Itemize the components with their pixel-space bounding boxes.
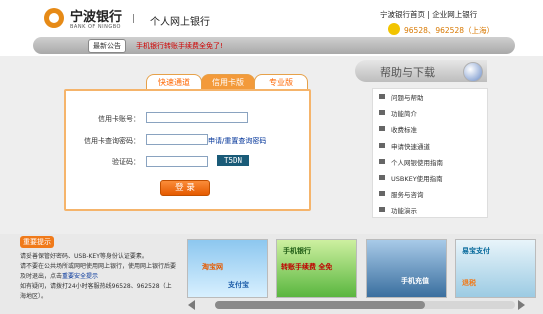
help-item-quick-channel[interactable]: 申请快速通道 [391,141,430,151]
help-list [372,88,488,218]
query-password-label: 信用卡查询密码： [84,137,140,145]
help-globe-icon [463,62,483,82]
help-item-fees[interactable]: 收费标准 [391,124,417,134]
notice-text[interactable]: 手机银行转账手续费全免了! [136,41,223,51]
captcha-image[interactable]: T5DN [217,155,249,166]
banner-text: 手机银行 [283,247,311,255]
site-title: 个人网上银行 [150,17,210,28]
tip-line: 请妥善保管好密码、USB-KEY等身份认证要素。 [20,253,148,260]
scroll-left-arrow-icon[interactable] [188,300,195,310]
help-item-personal-guide[interactable]: 个人网银使用指南 [391,157,443,167]
tab-credit-card[interactable]: 信用卡版 [201,74,255,90]
tab-professional[interactable]: 专业版 [254,74,308,90]
help-bullet-icon [379,110,385,115]
banner-text: 转账手续费 全免 [281,263,333,271]
help-title: 帮助与下载 [380,66,435,79]
notice-label: 最新公告 [88,39,126,53]
tip-line: 如有疑问，请拨打24小时客服热线96528、962528（上海地区）。 [20,283,172,300]
tab-quick-channel[interactable]: 快速通道 [146,74,202,90]
help-item-usbkey-guide[interactable]: USBKEY使用指南 [391,173,443,183]
card-number-input[interactable] [146,112,248,123]
query-password-input[interactable] [146,134,208,145]
banner-text: 退税 [462,279,476,287]
bank-logo-english: BANK OF NINGBO [70,24,121,30]
top-links[interactable]: 宁波银行首页 | 企业网上银行 [380,9,477,20]
tips-badge: 重要提示 [20,236,54,248]
help-bullet-icon [379,207,385,212]
banner-mobile-bank[interactable]: 手机银行 转账手续费 全免 [276,239,357,298]
header-divider: | [132,14,136,24]
help-bullet-icon [379,94,385,99]
banner-yeepay[interactable]: 易宝支付 退税 [455,239,536,298]
captcha-label: 验证码： [112,158,140,166]
phone-icon [388,23,400,35]
help-bullet-icon [379,159,385,164]
banner-mobile-recharge[interactable]: 手机充值 [366,239,447,298]
help-item-demo[interactable]: 功能演示 [391,205,417,215]
help-bullet-icon [379,126,385,131]
help-item-features[interactable]: 功能简介 [391,108,417,118]
help-item-service[interactable]: 服务与咨询 [391,189,424,199]
bank-logo-name: 宁波银行 [70,10,123,25]
reset-password-link[interactable]: 申请/重置查询密码 [208,136,266,146]
help-bullet-icon [379,191,385,196]
tips-text: 请妥善保管好密码、USB-KEY等身份认证要素。 请不要在公共场所或网吧使用网上… [20,252,176,302]
service-phone: 96528、962528（上海） [404,26,494,35]
scroll-right-arrow-icon[interactable] [518,300,525,310]
card-number-label: 信用卡账号： [98,115,140,123]
help-bullet-icon [379,143,385,148]
banner-text: 支付宝 [228,281,249,289]
bank-logo-icon [44,8,64,28]
banner-text: 手机充值 [401,277,429,285]
security-tip-link[interactable]: 重要安全提示 [62,273,98,280]
banner-text: 淘宝网 [202,263,223,271]
help-bullet-icon [379,175,385,180]
help-item-faq[interactable]: 问题与帮助 [391,92,424,102]
banner-text: 易宝支付 [462,247,490,255]
banner-scroll-thumb[interactable] [215,301,425,309]
captcha-input[interactable] [146,156,208,167]
login-button[interactable]: 登 录 [160,180,210,196]
banner-taobao[interactable]: 淘宝网 支付宝 [187,239,268,298]
